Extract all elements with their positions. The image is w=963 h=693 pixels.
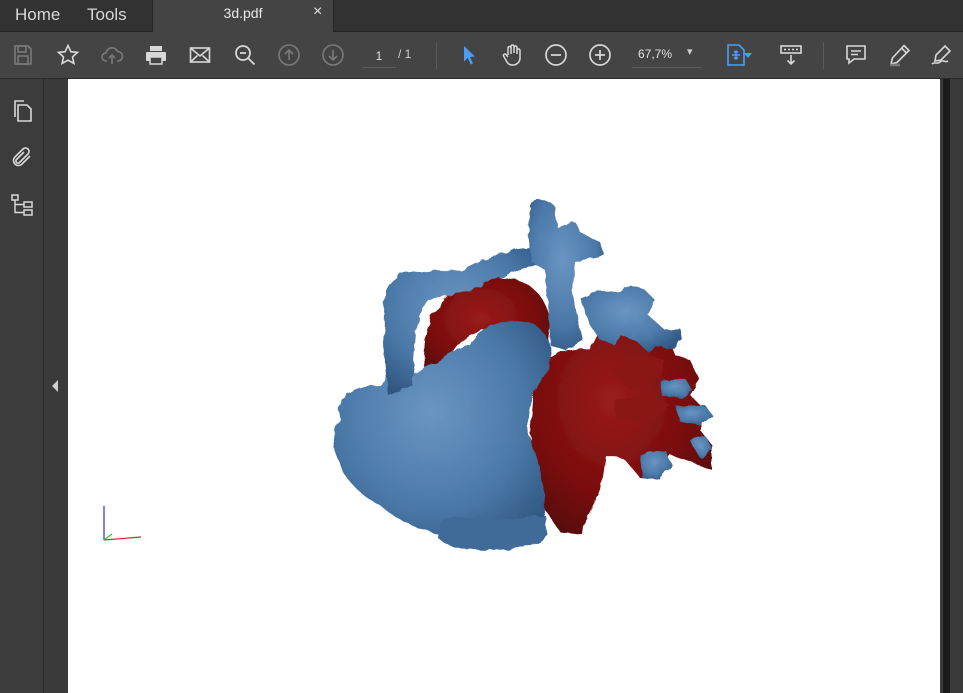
pane-collapse-strip	[44, 79, 68, 693]
left-navigation-pane	[0, 79, 44, 693]
pages-icon[interactable]	[8, 97, 36, 125]
zoom-level-select[interactable]: 67,7% ▾	[632, 45, 702, 68]
fit-page-caret-icon[interactable]	[741, 41, 755, 69]
upload-cloud-icon[interactable]	[98, 41, 126, 69]
tab-home[interactable]: Home	[15, 0, 60, 31]
close-tab-icon[interactable]: ×	[313, 3, 322, 21]
sign-icon[interactable]	[928, 41, 956, 69]
page-up-icon[interactable]	[275, 41, 303, 69]
tab-bar: Home Tools 3d.pdf ×	[0, 0, 963, 32]
highlight-pen-icon[interactable]	[886, 41, 914, 69]
document-page[interactable]	[68, 79, 940, 693]
3d-heart-model[interactable]	[68, 79, 940, 693]
select-cursor-icon[interactable]	[455, 41, 483, 69]
page-down-icon[interactable]	[319, 41, 347, 69]
tab-document[interactable]: 3d.pdf ×	[152, 0, 334, 32]
bookmark-star-icon[interactable]	[54, 41, 82, 69]
zoom-in-icon[interactable]	[586, 41, 614, 69]
layers-icon[interactable]	[8, 191, 36, 219]
collapse-arrow-icon[interactable]	[50, 379, 60, 393]
document-tab-title: 3d.pdf	[223, 5, 263, 21]
axes-widget	[103, 506, 142, 541]
print-icon[interactable]	[142, 41, 170, 69]
hand-icon[interactable]	[498, 41, 526, 69]
comment-icon[interactable]	[842, 41, 870, 69]
toolbar: / 1 67,7% ▾	[0, 32, 963, 79]
toolbar-divider	[823, 42, 824, 69]
save-icon[interactable]	[9, 41, 37, 69]
zoom-value: 67,7%	[638, 47, 673, 61]
search-zoom-icon[interactable]	[231, 41, 259, 69]
toolbar-divider	[436, 42, 437, 69]
scroll-mode-icon[interactable]	[777, 41, 805, 69]
tab-tools[interactable]: Tools	[87, 0, 127, 31]
scrollbar-thumb[interactable]	[943, 79, 950, 693]
chevron-down-icon: ▾	[687, 46, 693, 58]
email-icon[interactable]	[186, 41, 214, 69]
zoom-out-icon[interactable]	[542, 41, 570, 69]
page-total: / 1	[398, 47, 412, 61]
attachments-icon[interactable]	[8, 143, 36, 171]
vertical-scrollbar[interactable]	[940, 79, 963, 693]
current-page-input[interactable]	[362, 45, 396, 68]
